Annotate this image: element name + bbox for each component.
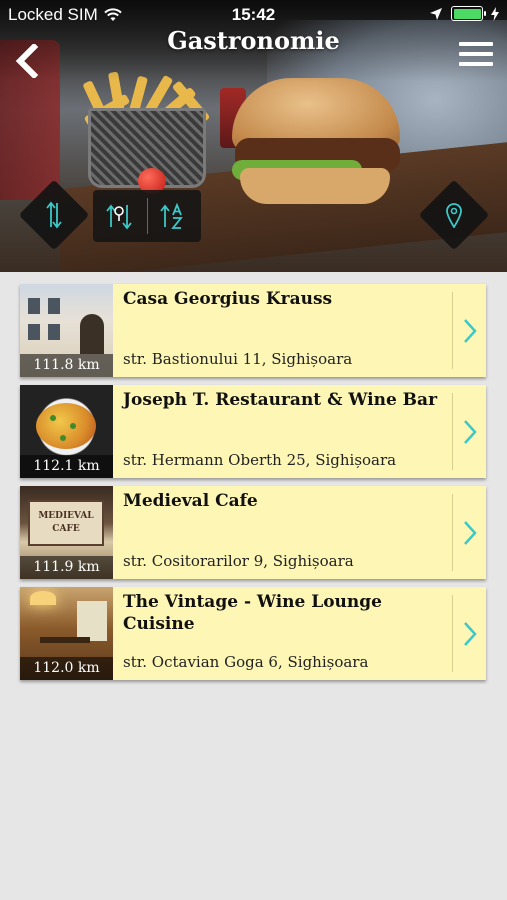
place-address: str. Octavian Goga 6, Sighișoara (123, 653, 369, 671)
place-name: The Vintage - Wine Lounge Cuisine (123, 592, 382, 634)
distance-label: 112.1 km (20, 455, 113, 478)
sort-by-distance-button[interactable] (93, 190, 147, 242)
back-button[interactable] (12, 42, 42, 80)
chevron-right-icon (463, 621, 477, 646)
distance-label: 111.8 km (20, 354, 113, 377)
up-down-arrows-icon (46, 201, 62, 229)
map-pin-icon (446, 203, 462, 228)
map-view-button[interactable] (418, 179, 490, 251)
list-item[interactable]: 112.1 km Joseph T. Restaurant & Wine Bar… (20, 385, 486, 478)
sort-alphabetical-button[interactable] (148, 190, 202, 242)
chevron-left-icon (15, 42, 39, 80)
cafe-sign: MEDIEVAL CAFE (28, 500, 104, 546)
sort-direction-button[interactable] (18, 179, 90, 251)
distance-label: 112.0 km (20, 657, 113, 680)
place-name: Casa Georgius Krauss (123, 289, 333, 309)
chevron-right-icon (463, 520, 477, 545)
place-thumbnail: 112.1 km (20, 385, 113, 478)
place-thumbnail: 112.0 km (20, 587, 113, 680)
list-item[interactable]: 112.0 km The Vintage - Wine Lounge Cuisi… (20, 587, 486, 680)
charging-bolt-icon (491, 6, 499, 21)
place-thumbnail: 111.8 km (20, 284, 113, 377)
menu-button[interactable] (459, 42, 493, 70)
distance-sort-icon (106, 204, 132, 230)
sort-options (93, 190, 201, 242)
distance-label: 111.9 km (20, 556, 113, 579)
list-item[interactable]: MEDIEVAL CAFE 111.9 km Medieval Cafe str… (20, 486, 486, 579)
list-item[interactable]: 111.8 km Casa Georgius Krauss str. Basti… (20, 284, 486, 377)
place-address: str. Bastionului 11, Sighișoara (123, 350, 353, 368)
chevron-right-icon (463, 318, 477, 343)
place-thumbnail: MEDIEVAL CAFE 111.9 km (20, 486, 113, 579)
page-title: Gastronomie (167, 26, 340, 55)
place-name: Joseph T. Restaurant & Wine Bar (123, 390, 438, 410)
place-address: str. Cositorarilor 9, Sighișoara (123, 552, 354, 570)
place-name: Medieval Cafe (123, 491, 258, 511)
places-list: 111.8 km Casa Georgius Krauss str. Basti… (20, 284, 486, 688)
place-address: str. Hermann Oberth 25, Sighișoara (123, 451, 397, 469)
battery-icon (451, 6, 486, 21)
chevron-right-icon (463, 419, 477, 444)
az-sort-icon (160, 202, 184, 229)
location-arrow-icon (430, 7, 442, 20)
